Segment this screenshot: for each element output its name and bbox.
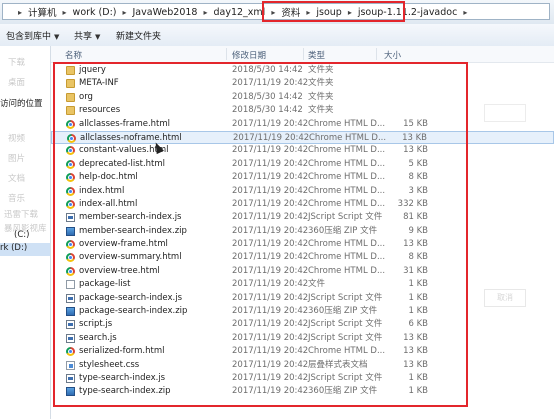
breadcrumb-day12-xml[interactable]: day12_xml — [213, 7, 265, 18]
share-label: 共享 — [74, 32, 93, 42]
breadcrumb-computer[interactable]: 计算机 — [28, 5, 57, 19]
chevron-down-icon: ▼ — [54, 33, 60, 41]
nav-item-drive-d-label: rk (D:) — [0, 243, 28, 253]
breadcrumb-javaweb2018[interactable]: JavaWeb2018 — [133, 7, 198, 18]
nav-item-faded[interactable]: 迅雷下载 — [4, 208, 38, 220]
highlight-box-file-list — [53, 62, 468, 407]
share-button[interactable]: 共享 ▼ — [74, 29, 100, 42]
nav-item-faded[interactable]: 视频 — [8, 132, 25, 144]
highlight-box-breadcrumb — [262, 1, 405, 22]
nav-item-drive-c[interactable]: (C:) — [14, 230, 29, 240]
chevron-right-icon[interactable]: ▸ — [63, 8, 67, 17]
column-divider[interactable] — [226, 48, 227, 60]
nav-item-faded[interactable]: 桌面 — [8, 76, 25, 88]
chevron-down-icon: ▼ — [95, 33, 101, 41]
include-in-library-label: 包含到库中 — [6, 32, 52, 42]
nav-item-faded[interactable]: 下载 — [8, 56, 25, 68]
new-folder-button[interactable]: 新建文件夹 — [116, 29, 161, 42]
chevron-right-icon[interactable]: ▸ — [463, 8, 467, 17]
column-divider[interactable] — [376, 48, 377, 60]
column-name[interactable]: 名称 — [65, 49, 82, 61]
nav-item-faded[interactable]: 图片 — [8, 152, 25, 164]
nav-item-drive-d[interactable]: rk (D:) — [0, 243, 50, 256]
nav-item-faded[interactable]: 文档 — [8, 172, 25, 184]
chevron-right-icon[interactable]: ▸ — [18, 8, 22, 17]
column-header: 名称 修改日期 类型 大小 — [51, 46, 554, 63]
column-date[interactable]: 修改日期 — [232, 49, 266, 61]
chevron-right-icon[interactable]: ▸ — [203, 8, 207, 17]
navigation-pane: 下载 桌面 访问的位置 视频 图片 文档 音乐 迅雷下载 暴风影视库 (C:) … — [0, 46, 51, 419]
ghost-panel — [484, 104, 526, 122]
chevron-right-icon[interactable]: ▸ — [122, 8, 126, 17]
include-in-library-button[interactable]: 包含到库中 ▼ — [6, 29, 59, 42]
address-bar: ▸ 计算机 ▸ work (D:) ▸ JavaWeb2018 ▸ day12_… — [0, 0, 554, 25]
breadcrumb-work-drive[interactable]: work (D:) — [73, 7, 117, 18]
new-folder-label: 新建文件夹 — [116, 32, 162, 42]
command-bar: 包含到库中 ▼ 共享 ▼ 新建文件夹 — [0, 24, 554, 47]
nav-item-faded[interactable]: 音乐 — [8, 192, 25, 204]
column-divider[interactable] — [303, 48, 304, 60]
nav-item-recent-places[interactable]: 访问的位置 — [0, 97, 43, 109]
ghost-cancel-button: 取消 — [484, 289, 526, 307]
column-type[interactable]: 类型 — [308, 49, 325, 61]
column-size[interactable]: 大小 — [384, 49, 401, 61]
